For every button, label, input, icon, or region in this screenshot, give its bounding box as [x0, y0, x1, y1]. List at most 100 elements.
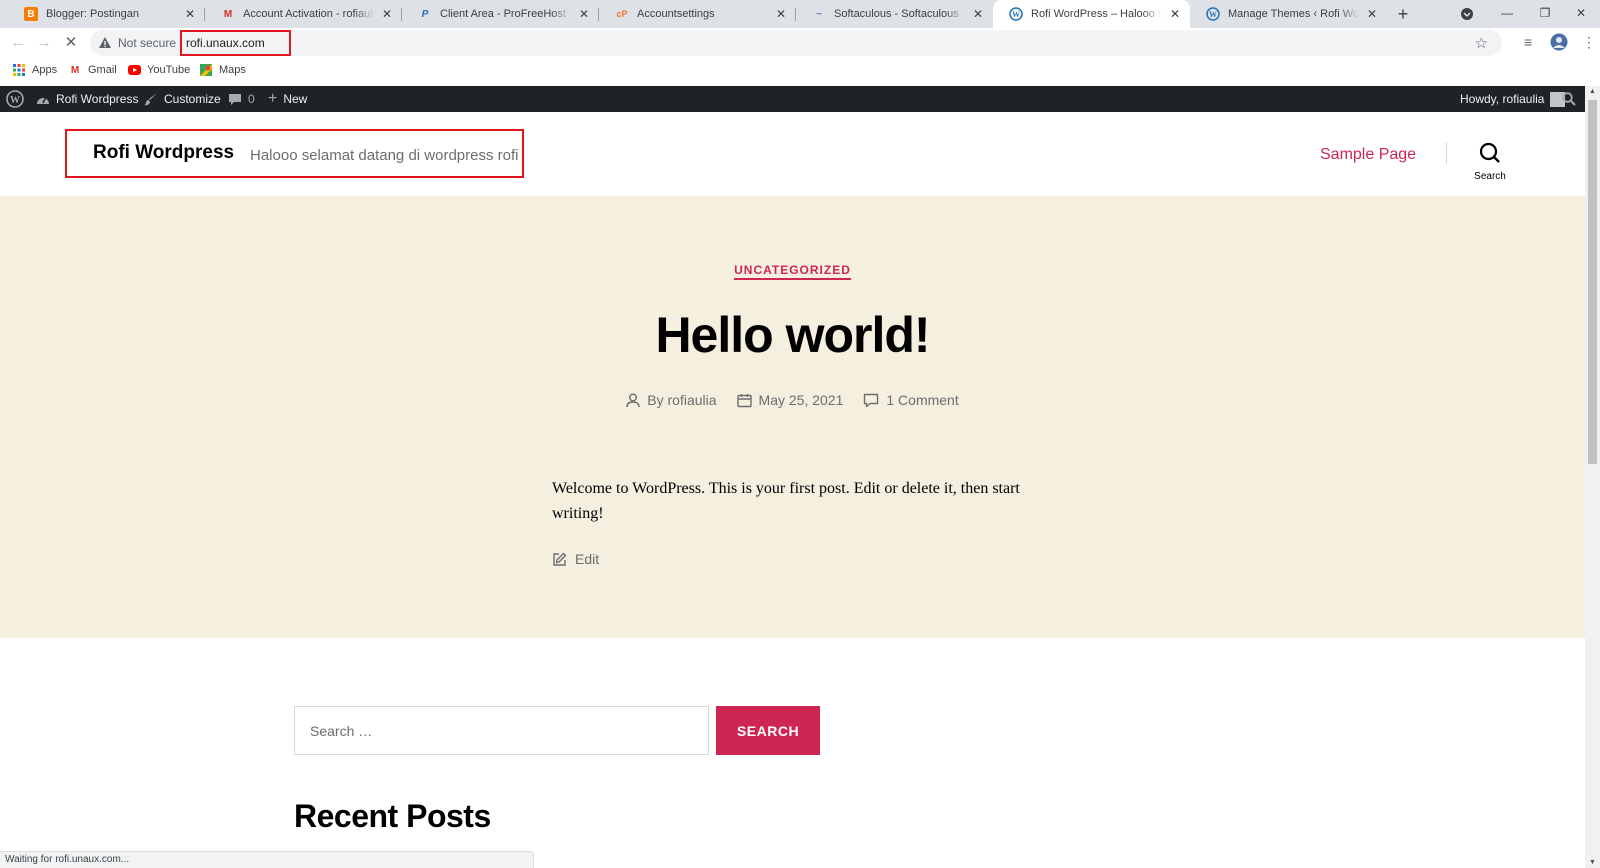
close-window-icon[interactable]: ✕: [1562, 0, 1600, 28]
comments-link[interactable]: 0: [228, 86, 255, 112]
tab-profreehost[interactable]: P Client Area - ProFreeHost ✕: [402, 0, 599, 28]
close-icon[interactable]: ✕: [577, 7, 591, 21]
post-hero: UNCATEGORIZED Hello world! By rofiaulia …: [0, 196, 1585, 638]
apps-grid-icon: [12, 63, 26, 77]
nav-divider: [1446, 142, 1447, 164]
wordpress-icon: W: [1009, 7, 1023, 21]
scroll-thumb[interactable]: [1588, 100, 1597, 464]
post-category: UNCATEGORIZED: [0, 263, 1585, 280]
cpanel-icon: cP: [616, 9, 628, 19]
tab-softaculous[interactable]: ~ Softaculous - Softaculous - Wor… ✕: [796, 0, 993, 28]
menu-kebab-icon[interactable]: ⋮: [1582, 34, 1596, 51]
scroll-up-arrow-icon[interactable]: ▲: [1585, 88, 1600, 95]
svg-text:W: W: [10, 95, 20, 106]
blogger-icon: B: [24, 7, 38, 21]
tab-title: Softaculous - Softaculous - Wor…: [834, 8, 965, 20]
edit-text: Edit: [575, 551, 600, 567]
post-title[interactable]: Hello world!: [0, 306, 1585, 364]
softaculous-icon: ~: [816, 8, 822, 20]
wp-logo-menu[interactable]: W: [6, 86, 24, 112]
tab-cpanel[interactable]: cP Accountsettings ✕: [599, 0, 796, 28]
my-account-menu[interactable]: Howdy, rofiaulia: [1460, 86, 1566, 112]
bookmark-youtube[interactable]: YouTube: [127, 63, 190, 77]
user-icon: [626, 393, 640, 407]
tab-title: Client Area - ProFreeHost: [440, 8, 566, 20]
minimize-icon[interactable]: —: [1488, 0, 1526, 28]
tab-blogger[interactable]: B Blogger: Postingan ✕: [8, 0, 205, 28]
post-date[interactable]: May 25, 2021: [736, 392, 844, 408]
customize-label: Customize: [164, 92, 221, 106]
edit-post-link[interactable]: Edit: [552, 551, 599, 567]
post-meta: By rofiaulia May 25, 2021 1 Comment: [0, 392, 1585, 408]
wordpress-icon: W: [1206, 7, 1220, 21]
scroll-down-arrow-icon[interactable]: ▼: [1585, 859, 1600, 866]
profreehost-icon: P: [421, 8, 429, 20]
tab-title: Manage Themes ‹ Rofi Wordpres…: [1228, 8, 1359, 20]
bookmarks-bar: Apps M Gmail YouTube Maps: [0, 58, 1600, 84]
bookmark-apps[interactable]: Apps: [12, 63, 57, 77]
gmail-icon: M: [70, 64, 80, 76]
widget-search-button[interactable]: SEARCH: [716, 706, 820, 755]
admin-search-icon[interactable]: [1562, 86, 1576, 112]
howdy-text: Howdy, rofiaulia: [1460, 92, 1545, 106]
post-content: Welcome to WordPress. This is your first…: [552, 480, 1020, 522]
close-icon[interactable]: ✕: [380, 7, 394, 21]
category-link[interactable]: UNCATEGORIZED: [734, 263, 851, 280]
recent-posts-heading: Recent Posts: [294, 798, 491, 834]
author-text: By rofiaulia: [647, 392, 717, 408]
date-text: May 25, 2021: [758, 392, 844, 408]
tab-title: Accountsettings: [637, 8, 715, 20]
site-name-menu[interactable]: Rofi Wordpress: [36, 86, 138, 112]
tab-gmail[interactable]: M Account Activation - rofiauliagh… ✕: [205, 0, 402, 28]
search-icon: [1479, 142, 1500, 163]
annotation-box-site-title: [65, 129, 524, 178]
nav-sample-page[interactable]: Sample Page: [1320, 146, 1416, 164]
edit-pencil-icon: [553, 552, 567, 566]
customize-link[interactable]: Customize: [144, 86, 221, 112]
dashboard-gauge-icon: [36, 93, 50, 105]
new-tab-button[interactable]: +: [1392, 3, 1414, 25]
bookmark-label: Gmail: [88, 64, 117, 76]
reading-list-icon[interactable]: ≡: [1524, 34, 1532, 50]
search-toggle-button[interactable]: Search: [1470, 142, 1510, 182]
widget-search-input[interactable]: [294, 706, 709, 755]
plus-icon: +: [268, 90, 278, 107]
bookmark-label: Apps: [32, 64, 58, 76]
new-content-menu[interactable]: + New: [268, 86, 307, 112]
post-comments[interactable]: 1 Comment: [863, 392, 959, 408]
comment-icon: [864, 393, 879, 407]
profile-avatar-icon[interactable]: [1550, 33, 1568, 54]
tab-search-icon[interactable]: [1448, 0, 1486, 28]
stop-loading-icon[interactable]: ✕: [61, 33, 81, 53]
close-icon[interactable]: ✕: [1168, 7, 1182, 21]
page-scrollbar[interactable]: ▲ ▼: [1585, 86, 1600, 868]
forward-icon[interactable]: →: [34, 33, 54, 53]
restore-icon[interactable]: ❐: [1526, 0, 1564, 28]
annotation-box-url: [180, 30, 291, 56]
star-icon[interactable]: ☆: [1475, 34, 1488, 52]
warning-icon: [99, 37, 111, 48]
tab-rofi-wordpress[interactable]: W Rofi WordPress – Halooo selama… ✕: [993, 0, 1190, 28]
close-icon[interactable]: ✕: [774, 7, 788, 21]
maps-icon: [199, 63, 213, 77]
bookmark-label: Maps: [219, 64, 246, 76]
address-bar[interactable]: Not secure rofi.unaux.com ☆: [90, 30, 1502, 56]
tab-title: Account Activation - rofiauliagh…: [243, 8, 374, 20]
close-icon[interactable]: ✕: [1365, 7, 1379, 21]
close-icon[interactable]: ✕: [971, 7, 985, 21]
admin-site-name: Rofi Wordpress: [56, 92, 139, 106]
bookmark-gmail[interactable]: M Gmail: [68, 63, 117, 77]
svg-text:W: W: [1209, 10, 1217, 19]
bookmark-maps[interactable]: Maps: [199, 63, 246, 77]
new-label: New: [283, 92, 308, 106]
browser-tab-strip: B Blogger: Postingan ✕ M Account Activat…: [0, 0, 1600, 28]
bookmark-label: YouTube: [147, 64, 191, 76]
security-label[interactable]: Not secure: [118, 36, 176, 50]
tab-title: Blogger: Postingan: [46, 8, 139, 20]
close-icon[interactable]: ✕: [183, 7, 197, 21]
wordpress-logo-icon: W: [6, 90, 24, 108]
post-author[interactable]: By rofiaulia: [626, 392, 717, 408]
status-bubble: Waiting for rofi.unaux.com...: [0, 851, 534, 868]
back-icon[interactable]: ←: [8, 33, 28, 53]
tab-manage-themes[interactable]: W Manage Themes ‹ Rofi Wordpres… ✕: [1190, 0, 1387, 28]
